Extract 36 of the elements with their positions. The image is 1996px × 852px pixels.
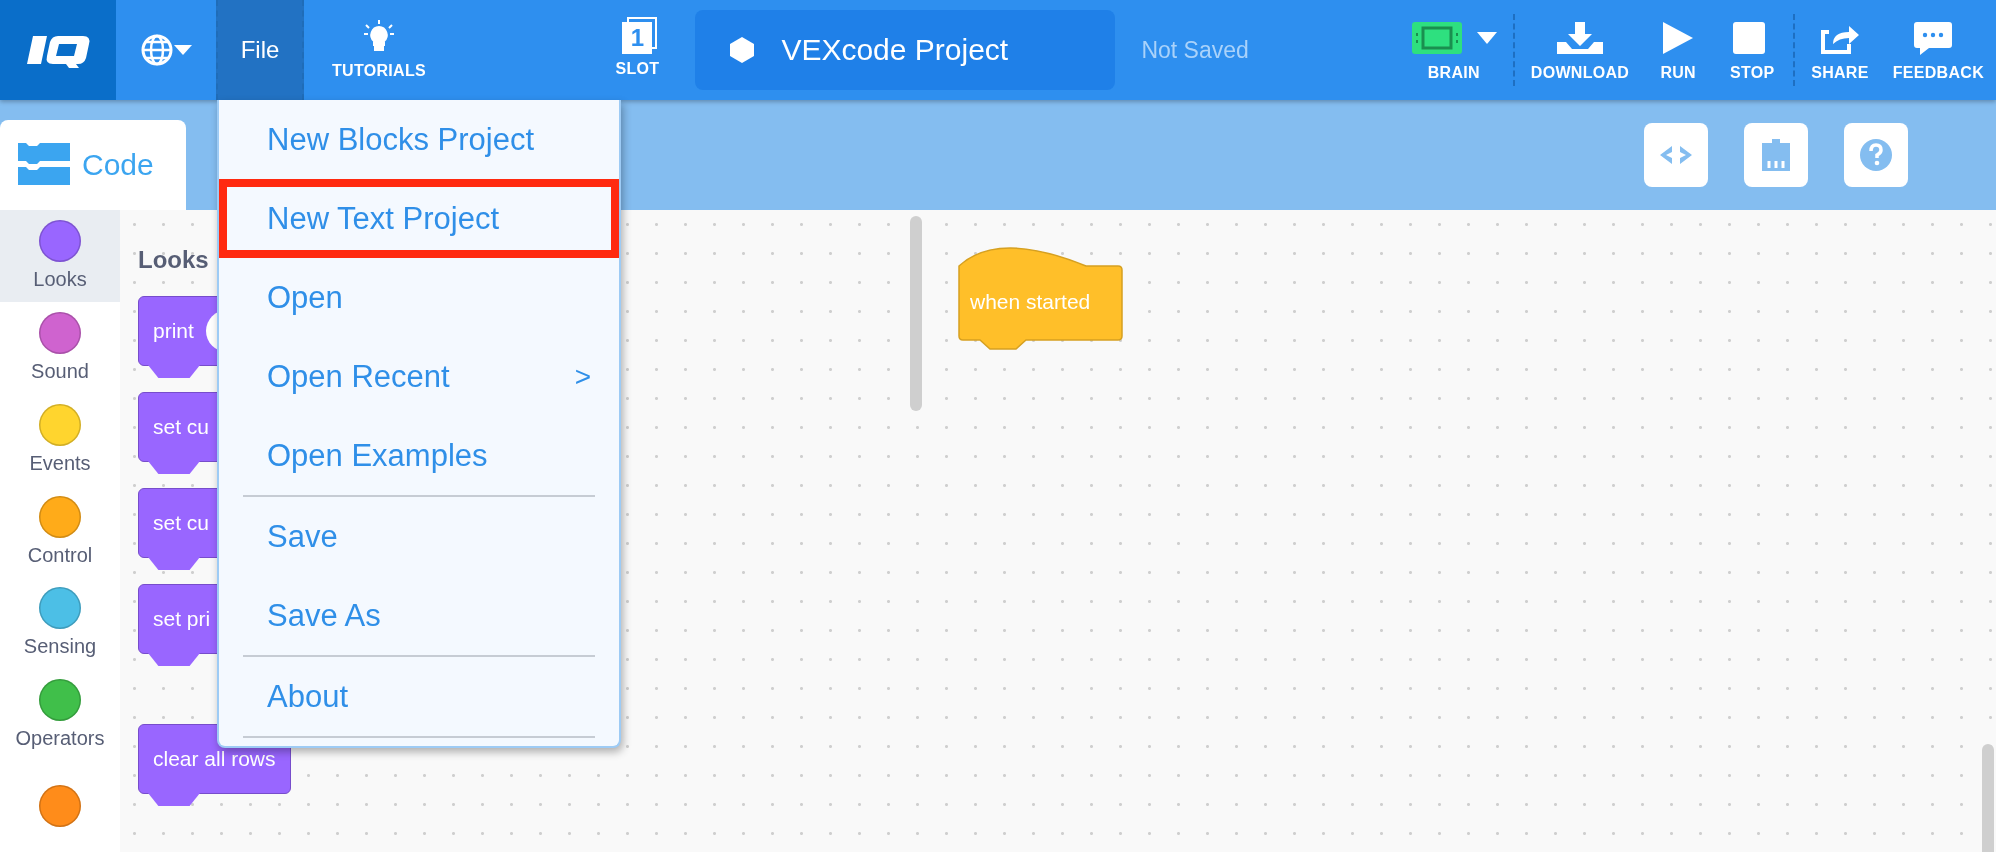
hexagon-icon — [729, 36, 756, 64]
tutorials-button[interactable]: TUTORIALS — [304, 0, 454, 100]
download-button[interactable]: DOWNLOAD — [1518, 0, 1642, 100]
code-tab[interactable]: Code — [0, 120, 186, 210]
caret-icon — [174, 45, 192, 55]
feedback-button[interactable]: FEEDBACK — [1880, 0, 1996, 100]
logo-icon — [0, 0, 116, 100]
menu-item[interactable]: New Blocks Project — [219, 100, 619, 179]
category-item[interactable]: Sound — [0, 301, 120, 394]
globe-icon — [140, 33, 174, 67]
run-button[interactable]: RUN — [1641, 0, 1716, 100]
download-icon — [1555, 20, 1605, 56]
help-button[interactable] — [1844, 123, 1908, 187]
category-item[interactable]: Events — [0, 393, 120, 486]
menu-item[interactable]: Open — [219, 258, 619, 337]
project-name-field[interactable]: VEXcode Project — [695, 10, 1116, 90]
brain-button[interactable]: BRAIN — [1398, 0, 1509, 100]
scrollbar[interactable] — [1982, 744, 1994, 852]
caret-icon — [1476, 32, 1497, 44]
category-item[interactable]: Operators — [0, 668, 120, 761]
palette-heading: Looks — [138, 246, 209, 274]
code-view-button[interactable] — [1644, 123, 1708, 187]
scrollbar[interactable] — [910, 216, 922, 411]
menu-item[interactable]: New Text Project — [219, 179, 619, 258]
category-item[interactable]: Looks — [0, 210, 120, 302]
file-menu-button[interactable]: File — [216, 0, 304, 100]
slot-button[interactable]: 1 SLOT — [587, 0, 688, 100]
brain-icon — [1410, 20, 1463, 56]
submenu-arrow: > — [574, 360, 591, 393]
stop-button[interactable]: STOP — [1715, 0, 1790, 100]
device-button[interactable] — [1744, 123, 1808, 187]
save-status: Not Saved — [1141, 36, 1249, 64]
category-item[interactable]: Sensing — [0, 576, 120, 669]
lightbulb-icon — [362, 20, 396, 52]
category-item[interactable]: Control — [0, 485, 120, 577]
share-button[interactable]: SHARE — [1799, 0, 1881, 100]
